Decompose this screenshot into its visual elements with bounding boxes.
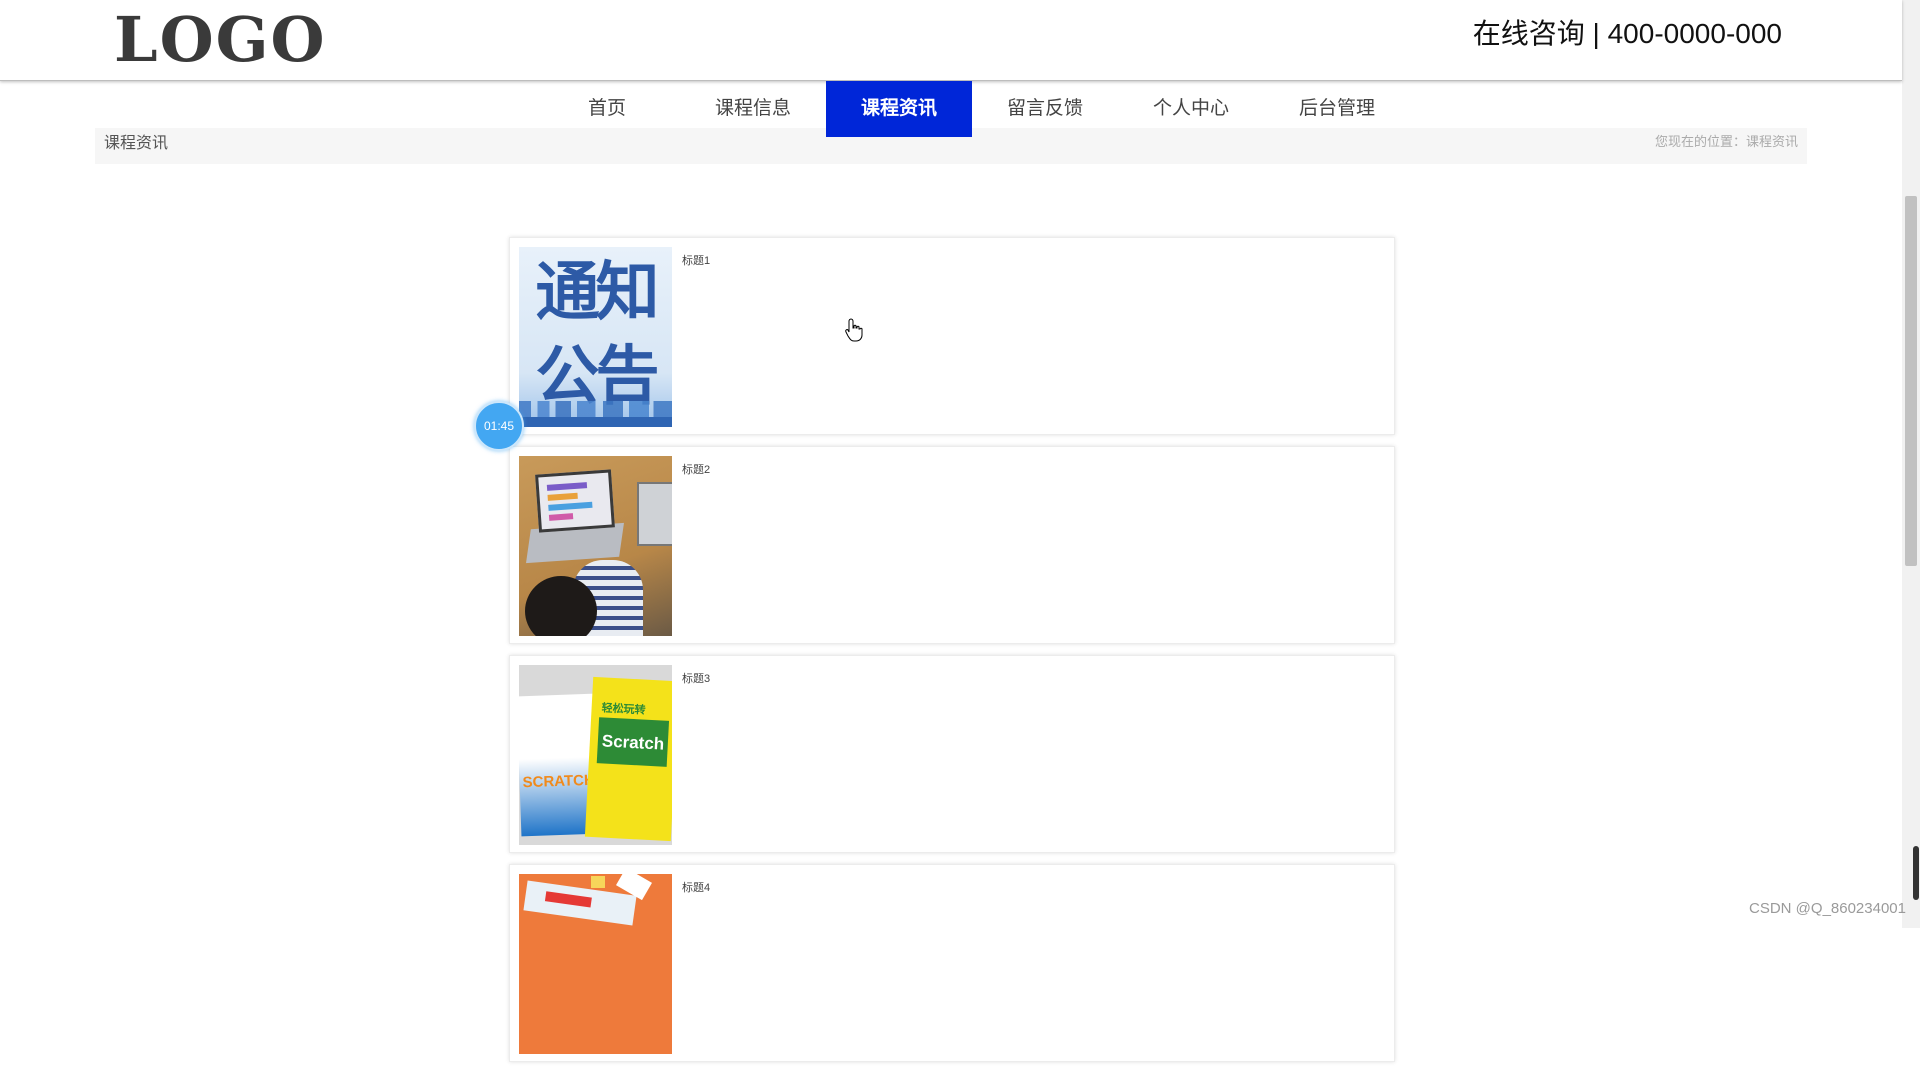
timer-badge[interactable]: 01:45 <box>474 401 524 451</box>
illustration-graphic <box>591 876 605 888</box>
laptop-graphic <box>637 482 672 546</box>
news-thumbnail[interactable]: 通知 公告 <box>519 247 672 427</box>
watermark: CSDN @Q_860234001 <box>1749 900 1906 917</box>
skyline-graphic <box>519 417 672 427</box>
nav-item-admin[interactable]: 后台管理 <box>1264 81 1410 137</box>
site-header: LOGO 在线咨询 | 400-0000-000 <box>0 0 1902 81</box>
book-title: SCRATCH <box>522 771 596 792</box>
nav-item-home[interactable]: 首页 <box>534 81 680 137</box>
book-subtitle: 轻松玩转 <box>601 701 646 717</box>
child-graphic <box>525 576 597 636</box>
news-title[interactable]: 标题1 <box>682 252 710 268</box>
news-item[interactable]: 标题4 <box>509 864 1395 1062</box>
book-title: Scratch <box>601 731 665 754</box>
scrollbar-thumb[interactable] <box>1905 196 1917 566</box>
nav-item-course-news[interactable]: 课程资讯 <box>826 81 972 137</box>
scroll-indicator <box>1913 846 1919 900</box>
news-thumbnail[interactable] <box>519 874 672 1054</box>
news-item[interactable]: SCRATCH 轻松玩转 Scratch 标题3 <box>509 655 1395 853</box>
nav-item-course-info[interactable]: 课程信息 <box>680 81 826 137</box>
nav-item-personal-center[interactable]: 个人中心 <box>1118 81 1264 137</box>
news-thumbnail[interactable]: SCRATCH 轻松玩转 Scratch <box>519 665 672 845</box>
main-nav: 首页 课程信息 课程资讯 留言反馈 个人中心 后台管理 <box>0 81 1902 137</box>
scrollbar[interactable] <box>1902 0 1920 928</box>
thumbnail-text: 通知 <box>535 256 660 330</box>
news-list: 通知 公告 标题1 标题2 SCRATCH 轻松玩转 Scratch 标题3 标… <box>509 237 1395 1073</box>
news-item[interactable]: 标题2 <box>509 446 1395 644</box>
news-title[interactable]: 标题3 <box>682 670 710 686</box>
book-cover-graphic: 轻松玩转 Scratch <box>584 676 672 842</box>
hotline-text: 在线咨询 | 400-0000-000 <box>1472 18 1782 49</box>
news-title[interactable]: 标题2 <box>682 461 710 477</box>
site-logo[interactable]: LOGO <box>114 4 327 76</box>
laptop-screen-graphic <box>535 469 615 533</box>
news-thumbnail[interactable] <box>519 456 672 636</box>
news-item[interactable]: 通知 公告 标题1 <box>509 237 1395 435</box>
nav-item-feedback[interactable]: 留言反馈 <box>972 81 1118 137</box>
hand-cursor-icon <box>845 318 863 342</box>
news-title[interactable]: 标题4 <box>682 879 710 895</box>
